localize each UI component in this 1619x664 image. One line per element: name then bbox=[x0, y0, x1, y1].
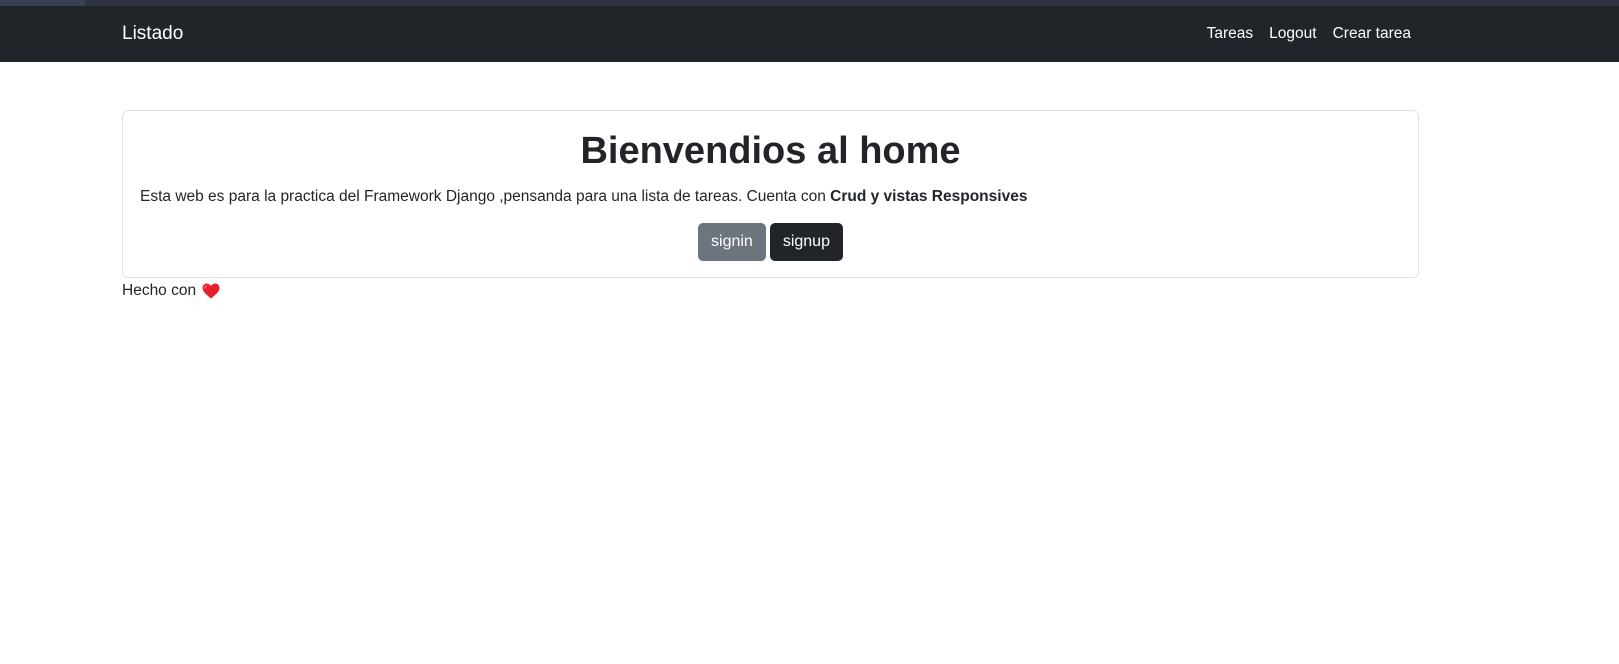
signin-button[interactable]: signin bbox=[698, 223, 766, 261]
card-description: Esta web es para la practica del Framewo… bbox=[140, 188, 1027, 206]
navbar: Listado Tareas Logout Crear tarea bbox=[0, 6, 1619, 62]
footer-text: Hecho con bbox=[122, 282, 197, 299]
auth-button-group: signin signup bbox=[123, 223, 1418, 261]
nav-link-logout[interactable]: Logout bbox=[1269, 25, 1316, 43]
signup-button[interactable]: signup bbox=[769, 223, 843, 261]
navbar-brand[interactable]: Listado bbox=[122, 23, 183, 45]
welcome-card: Bienvendios al home Esta web es para la … bbox=[122, 110, 1419, 278]
card-description-bold: Crud y vistas Responsives bbox=[830, 188, 1028, 205]
nav-link-crear-tarea[interactable]: Crear tarea bbox=[1333, 25, 1411, 43]
navbar-links: Tareas Logout Crear tarea bbox=[1207, 25, 1411, 43]
card-description-text: Esta web es para la practica del Framewo… bbox=[140, 188, 831, 205]
heart-icon bbox=[202, 283, 220, 299]
page-title: Bienvendios al home bbox=[580, 130, 961, 172]
nav-link-tareas[interactable]: Tareas bbox=[1207, 25, 1254, 43]
footer-note: Hecho con bbox=[122, 282, 220, 300]
